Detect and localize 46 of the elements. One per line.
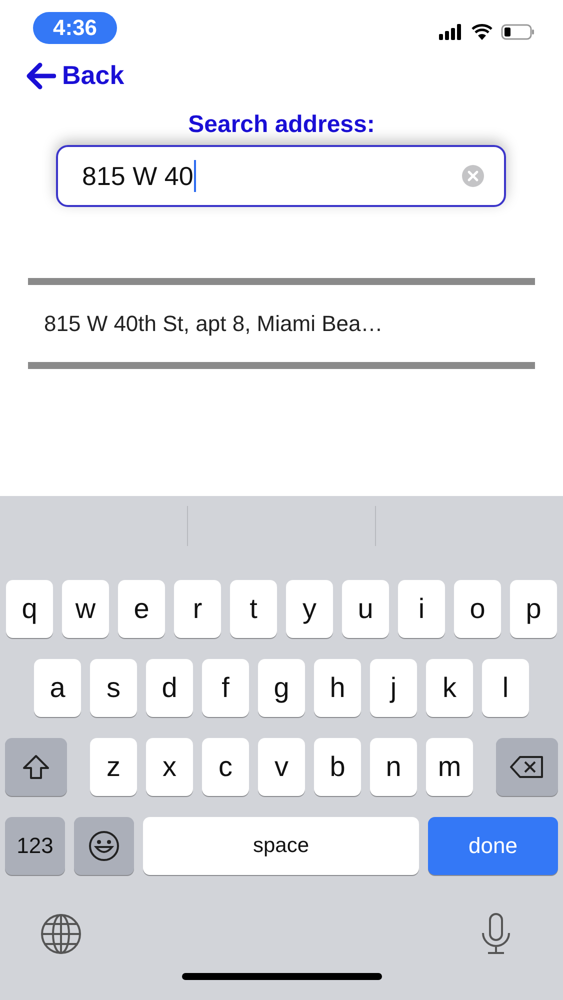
- space-key[interactable]: space: [143, 817, 419, 875]
- letter-key[interactable]: h: [314, 659, 361, 717]
- letter-key[interactable]: n: [370, 738, 417, 796]
- letter-key[interactable]: l: [482, 659, 529, 717]
- shift-key[interactable]: [5, 738, 67, 796]
- letter-key[interactable]: a: [34, 659, 81, 717]
- wifi-icon: [471, 24, 493, 40]
- letter-key[interactable]: g: [258, 659, 305, 717]
- back-arrow-icon: [26, 60, 56, 90]
- numbers-key[interactable]: 123: [5, 817, 65, 875]
- letter-key[interactable]: u: [342, 580, 389, 638]
- letter-key[interactable]: p: [510, 580, 557, 638]
- emoji-key[interactable]: [74, 817, 134, 875]
- backspace-key[interactable]: [496, 738, 558, 796]
- letter-key[interactable]: o: [454, 580, 501, 638]
- letter-key[interactable]: z: [90, 738, 137, 796]
- status-time: 4:36: [33, 12, 118, 44]
- letter-key[interactable]: s: [90, 659, 137, 717]
- backspace-icon: [510, 755, 544, 779]
- letter-key[interactable]: t: [230, 580, 277, 638]
- battery-icon: [501, 24, 535, 40]
- search-label: Search address:: [188, 111, 375, 139]
- letter-key[interactable]: d: [146, 659, 193, 717]
- letter-key[interactable]: e: [118, 580, 165, 638]
- letter-key[interactable]: c: [202, 738, 249, 796]
- back-button[interactable]: Back: [26, 60, 124, 91]
- address-suggestion[interactable]: 815 W 40th St, apt 8, Miami Bea…: [28, 285, 535, 362]
- letter-key[interactable]: j: [370, 659, 417, 717]
- letter-key[interactable]: i: [398, 580, 445, 638]
- signal-icon: [439, 24, 463, 40]
- letter-key[interactable]: b: [314, 738, 361, 796]
- letter-key[interactable]: v: [258, 738, 305, 796]
- search-field[interactable]: 815 W 40: [56, 145, 506, 207]
- letter-key[interactable]: q: [6, 580, 53, 638]
- letter-key[interactable]: r: [174, 580, 221, 638]
- letter-key[interactable]: f: [202, 659, 249, 717]
- emoji-icon: [88, 830, 120, 862]
- letter-key[interactable]: y: [286, 580, 333, 638]
- letter-key[interactable]: m: [426, 738, 473, 796]
- letter-key[interactable]: k: [426, 659, 473, 717]
- letter-key[interactable]: w: [62, 580, 109, 638]
- shift-icon: [22, 754, 50, 780]
- done-key[interactable]: done: [428, 817, 558, 875]
- microphone-icon[interactable]: [481, 913, 511, 955]
- globe-icon[interactable]: [40, 913, 82, 955]
- letter-key[interactable]: x: [146, 738, 193, 796]
